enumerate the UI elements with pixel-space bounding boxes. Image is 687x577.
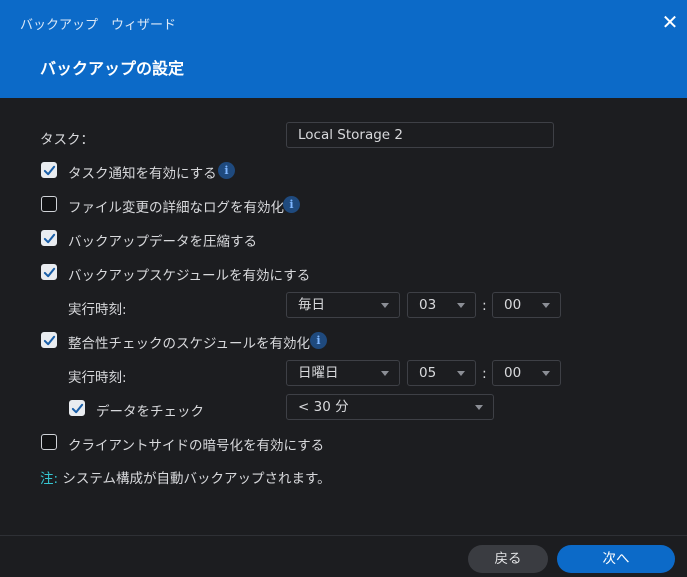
check-duration-value: < 30 分 (298, 399, 349, 415)
wizard-name: バックアップ ウィザード (20, 18, 177, 33)
note-label: 注: (40, 471, 59, 487)
compress-checkbox[interactable] (41, 230, 57, 246)
time-separator: : (482, 366, 487, 382)
integrity-schedule-label: 整合性チェックのスケジュールを有効化 (68, 336, 311, 352)
backup-run-time-label: 実行時刻: (68, 302, 127, 318)
info-icon[interactable]: i (218, 162, 235, 179)
compress-label: バックアップデータを圧縮する (68, 234, 257, 250)
page-title: バックアップの設定 (40, 59, 185, 78)
integrity-frequency-value: 日曜日 (298, 365, 339, 381)
client-encryption-checkbox[interactable] (41, 434, 57, 450)
chevron-down-icon (542, 303, 550, 308)
chevron-down-icon (457, 303, 465, 308)
integrity-minute-select[interactable]: 00 (492, 360, 561, 386)
task-notification-label: タスク通知を有効にする (68, 166, 217, 182)
backup-schedule-checkbox[interactable] (41, 264, 57, 280)
check-icon (43, 165, 56, 176)
wizard-header: バックアップ ウィザード ✕ バックアップの設定 (0, 0, 687, 98)
backup-minute-select[interactable]: 00 (492, 292, 561, 318)
time-separator: : (482, 298, 487, 314)
check-data-checkbox[interactable] (69, 400, 85, 416)
integrity-hour-select[interactable]: 05 (407, 360, 476, 386)
task-name-input[interactable]: Local Storage 2 (286, 122, 554, 148)
chevron-down-icon (381, 303, 389, 308)
integrity-schedule-checkbox[interactable] (41, 332, 57, 348)
check-duration-select[interactable]: < 30 分 (286, 394, 494, 420)
integrity-frequency-select[interactable]: 日曜日 (286, 360, 400, 386)
chevron-down-icon (381, 371, 389, 376)
backup-frequency-value: 毎日 (298, 297, 325, 313)
detailed-log-label: ファイル変更の詳細なログを有効化 (68, 200, 284, 216)
info-icon[interactable]: i (283, 196, 300, 213)
detailed-log-checkbox[interactable] (41, 196, 57, 212)
next-button[interactable]: 次へ (557, 545, 675, 573)
client-encryption-label: クライアントサイドの暗号化を有効にする (68, 438, 325, 454)
note-text: システム構成が自動バックアップされます。 (58, 471, 331, 487)
check-icon (43, 233, 56, 244)
backup-frequency-select[interactable]: 毎日 (286, 292, 400, 318)
task-label: タスク： (40, 132, 94, 148)
backup-hour-value: 03 (419, 297, 437, 313)
backup-minute-value: 00 (504, 297, 522, 313)
check-icon (71, 403, 84, 414)
footer-divider (0, 535, 687, 536)
chevron-down-icon (475, 405, 483, 410)
note: 注: システム構成が自動バックアップされます。 (40, 467, 331, 487)
backup-schedule-label: バックアップスケジュールを有効にする (68, 268, 311, 284)
backup-hour-select[interactable]: 03 (407, 292, 476, 318)
chevron-down-icon (542, 371, 550, 376)
info-icon[interactable]: i (310, 332, 327, 349)
check-data-label: データをチェック (96, 404, 204, 420)
chevron-down-icon (457, 371, 465, 376)
check-icon (43, 335, 56, 346)
check-icon (43, 267, 56, 278)
integrity-minute-value: 00 (504, 365, 522, 381)
integrity-run-time-label: 実行時刻: (68, 370, 127, 386)
task-notification-checkbox[interactable] (41, 162, 57, 178)
close-button[interactable]: ✕ (661, 12, 679, 32)
close-icon: ✕ (661, 10, 679, 34)
integrity-hour-value: 05 (419, 365, 437, 381)
back-button[interactable]: 戻る (468, 545, 548, 573)
